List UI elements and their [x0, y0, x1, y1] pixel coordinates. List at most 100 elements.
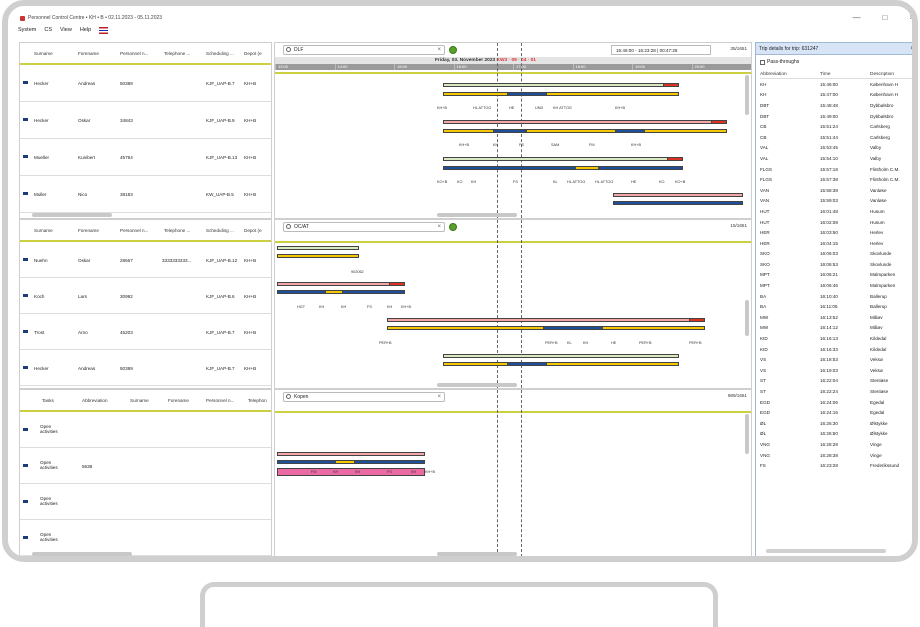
- horizontal-scrollbar[interactable]: [766, 549, 886, 553]
- trip-row[interactable]: VNG 16:28:38 Vinge: [760, 450, 912, 461]
- trip-row[interactable]: VS 16:18:53 Veksø: [760, 354, 912, 365]
- checkbox-icon[interactable]: [760, 59, 765, 65]
- trip-row[interactable]: HER 16:04:15 Herlev: [760, 238, 912, 249]
- clear-icon[interactable]: ×: [437, 223, 441, 232]
- trip-row[interactable]: KH 15:46:00 København H: [760, 79, 912, 90]
- duty-bar[interactable]: [443, 166, 683, 170]
- search-input[interactable]: Kopen ×: [283, 392, 445, 402]
- shift-bar[interactable]: [277, 452, 425, 456]
- trip-row[interactable]: DBT 15:48:48 Dybbølsbro: [760, 100, 912, 111]
- col-forename[interactable]: Forename: [168, 398, 189, 403]
- pass-through-toggle[interactable]: Pass-throughs: [760, 59, 799, 65]
- trip-row[interactable]: KH 15:47:00 København H: [760, 90, 912, 101]
- horizontal-scrollbar[interactable]: [32, 552, 132, 556]
- col-depot[interactable]: Depot (e: [244, 228, 262, 233]
- shift-bar[interactable]: [277, 282, 405, 286]
- table-row[interactable]: Hecker Andreas 50389 KJF_UAP-B.7 KH+B: [20, 65, 271, 102]
- table-row[interactable]: Hecker Andreas 50389 KJF_UAP-B.7 KH+B: [20, 350, 271, 386]
- menu-cs[interactable]: CS: [44, 27, 52, 33]
- col-surname[interactable]: Surname: [34, 51, 53, 56]
- shift-bar[interactable]: [277, 246, 359, 250]
- trip-row[interactable]: FLGS 15:57:18 Flintholm C.M.: [760, 164, 912, 175]
- close-panel-icon[interactable]: ×: [910, 43, 912, 55]
- table-row[interactable]: Open activities 5638: [20, 448, 271, 484]
- vertical-scrollbar[interactable]: [745, 300, 749, 336]
- trip-row[interactable]: SKO 16:06:03 Skovlunde: [760, 249, 912, 260]
- menu-help[interactable]: Help: [80, 27, 91, 33]
- horizontal-scrollbar[interactable]: [437, 552, 517, 556]
- trip-row[interactable]: VAN 15:59:03 Vanløse: [760, 196, 912, 207]
- trip-row[interactable]: KID 16:16:13 Kildedal: [760, 333, 912, 344]
- trip-row[interactable]: CB 15:51:24 Carlsberg: [760, 121, 912, 132]
- search-input[interactable]: OC/AT ×: [283, 222, 445, 232]
- table-row[interactable]: Hecker Oskar 34843 KJF_UAP-B.9 KH+B: [20, 102, 271, 139]
- shift-bar[interactable]: [613, 193, 743, 197]
- table-row[interactable]: Open activities: [20, 412, 271, 448]
- trip-bar[interactable]: [615, 129, 645, 133]
- shift-bar[interactable]: [443, 157, 683, 161]
- shift-bar[interactable]: [387, 318, 705, 322]
- col-forename[interactable]: Forename: [78, 51, 99, 56]
- trip-row[interactable]: ØL 16:26:50 Ølstykke: [760, 429, 912, 440]
- apply-filter-button[interactable]: [449, 223, 457, 231]
- horizontal-scrollbar[interactable]: [32, 213, 112, 217]
- col-scheduling[interactable]: Scheduling ...: [206, 228, 234, 233]
- maximize-button[interactable]: □: [882, 13, 887, 22]
- trip-row[interactable]: MW 16:13:52 Måløv: [760, 312, 912, 323]
- table-row[interactable]: Trost Arno 45203 KJF_UAP-B.7 KH+B: [20, 314, 271, 350]
- apply-filter-button[interactable]: [449, 46, 457, 54]
- clear-icon[interactable]: ×: [437, 393, 441, 402]
- trip-bar[interactable]: [543, 326, 603, 330]
- trip-row[interactable]: ST 16:22:24 Stenløse: [760, 386, 912, 397]
- trip-row[interactable]: VAN 15:58:38 Vanløse: [760, 185, 912, 196]
- col-surname[interactable]: Surname: [130, 398, 149, 403]
- trip-row[interactable]: BA 16:11:05 Ballerup: [760, 301, 912, 312]
- duty-bar[interactable]: [277, 254, 359, 258]
- open-activity-bar[interactable]: [277, 468, 425, 476]
- col-telephone[interactable]: Telephon: [248, 398, 267, 403]
- trip-row[interactable]: VNG 16:28:28 Vinge: [760, 439, 912, 450]
- duty-bar[interactable]: [443, 92, 679, 96]
- table-row[interactable]: Nuehn Oskar 28667 3333333333... KJF_UAP-…: [20, 242, 271, 278]
- shift-bar[interactable]: [443, 120, 727, 124]
- trip-row[interactable]: SKO 16:06:53 Skovlunde: [760, 259, 912, 270]
- col-description[interactable]: Description: [870, 72, 912, 77]
- duty-bar[interactable]: [443, 362, 679, 366]
- table-row[interactable]: Mueller Kunibert 45764 KJF_UAP-B.13 KH+B: [20, 139, 271, 176]
- trip-bar[interactable]: [507, 92, 547, 96]
- col-depot[interactable]: Depot (e: [244, 51, 262, 56]
- col-personnel[interactable]: Personnel n...: [206, 398, 234, 403]
- trip-row[interactable]: HER 16:03:50 Herlev: [760, 227, 912, 238]
- break-bar[interactable]: [335, 460, 355, 464]
- trip-row[interactable]: HUT 16:02:08 Husum: [760, 217, 912, 228]
- col-tasks[interactable]: Tasks: [42, 398, 54, 403]
- duty-bar[interactable]: [613, 201, 743, 205]
- col-personnel[interactable]: Personnel n...: [120, 51, 148, 56]
- menu-system[interactable]: System: [18, 27, 36, 33]
- menu-view[interactable]: View: [60, 27, 72, 33]
- trip-row[interactable]: ST 16:22:04 Stenløse: [760, 376, 912, 387]
- col-surname[interactable]: Surname: [34, 228, 53, 233]
- table-row[interactable]: Open activities: [20, 484, 271, 520]
- trip-row[interactable]: VAL 15:54:10 Valby: [760, 153, 912, 164]
- duty-bar[interactable]: [443, 129, 727, 133]
- horizontal-scrollbar[interactable]: [437, 383, 517, 387]
- trip-row[interactable]: CB 15:51:44 Carlsberg: [760, 132, 912, 143]
- trip-row[interactable]: HUT 16:01:48 Husum: [760, 206, 912, 217]
- shift-bar[interactable]: [443, 354, 679, 358]
- trip-row[interactable]: VAL 15:53:45 Valby: [760, 143, 912, 154]
- search-input[interactable]: DLF ×: [283, 45, 445, 55]
- trip-row[interactable]: ØL 16:26:30 Ølstykke: [760, 418, 912, 429]
- col-telephone[interactable]: Telephone ...: [164, 51, 190, 56]
- trip-row[interactable]: BA 16:10:40 Ballerup: [760, 291, 912, 302]
- col-telephone[interactable]: Telephone ...: [164, 228, 190, 233]
- col-abbreviation[interactable]: Abbreviation: [760, 72, 820, 77]
- trip-row[interactable]: EGD 16:24:16 Egedal: [760, 407, 912, 418]
- trip-bar[interactable]: [507, 362, 547, 366]
- col-personnel[interactable]: Personnel n...: [120, 228, 148, 233]
- col-abbreviation[interactable]: Abbreviation: [82, 398, 108, 403]
- break-bar[interactable]: [325, 290, 343, 294]
- col-forename[interactable]: Forename: [78, 228, 99, 233]
- clear-icon[interactable]: ×: [437, 46, 441, 55]
- trip-row[interactable]: FLGS 15:57:38 Flintholm C.M.: [760, 174, 912, 185]
